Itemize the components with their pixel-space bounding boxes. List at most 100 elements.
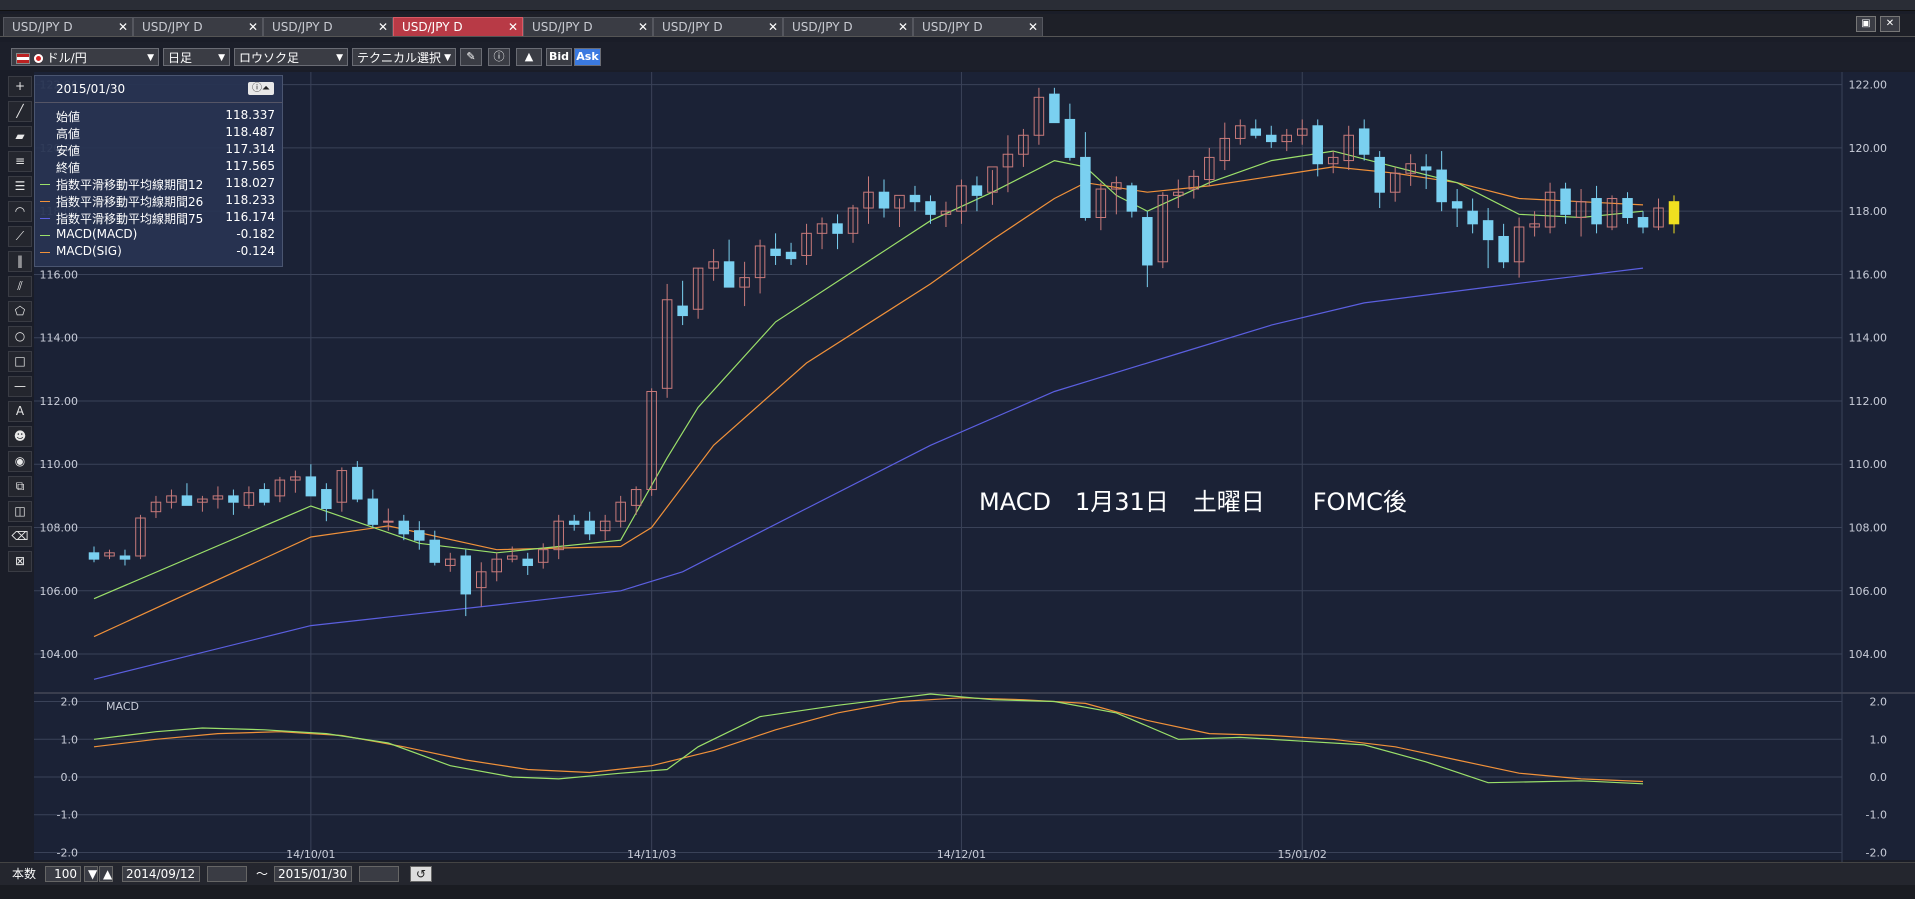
time-tick-label: 14/12/01 (937, 848, 986, 861)
tab-label: USD/JPY D (12, 20, 73, 34)
candle-body (228, 495, 239, 503)
tab-label: USD/JPY D (922, 20, 983, 34)
candle-body (1142, 217, 1153, 266)
candle-body (1668, 201, 1680, 225)
horizontal-line-icon[interactable]: — (8, 376, 32, 397)
price-tick-label: 118.00 (1849, 205, 1888, 218)
price-chart[interactable]: 122.00122.00120.00120.00118.00118.00116.… (34, 72, 1915, 862)
tab-close-icon[interactable]: ✕ (1028, 18, 1038, 36)
info-label: 始値 (56, 110, 81, 124)
pencil-icon[interactable]: ✎ (460, 48, 482, 66)
tab-close-icon[interactable]: ✕ (898, 18, 908, 36)
chart-type-label: ロウソク足 (239, 51, 300, 65)
tab-close-icon[interactable]: ✕ (768, 18, 778, 36)
currency-pair-label: ドル/円 (46, 51, 87, 65)
candle-body (305, 476, 317, 497)
tab-5[interactable]: USD/JPY D ✕ (523, 17, 653, 36)
area-chart-icon[interactable]: ▲ (516, 48, 542, 66)
rectangle-icon[interactable]: □ (8, 351, 32, 372)
tab-close-icon[interactable]: ✕ (508, 18, 518, 36)
ask-button[interactable]: Ask (574, 48, 601, 66)
info-label: 高値 (56, 127, 81, 141)
tab-label: USD/JPY D (792, 20, 853, 34)
candle-body (723, 261, 735, 288)
polygon-icon[interactable]: ⬠ (8, 301, 32, 322)
tab-3[interactable]: USD/JPY D ✕ (263, 17, 393, 36)
trendline-icon[interactable]: ╱ (8, 101, 32, 122)
tab-close-icon[interactable]: ✕ (118, 18, 128, 36)
info-row: 終値 117.565 (35, 159, 275, 176)
tab-2[interactable]: USD/JPY D ✕ (133, 17, 263, 36)
count-up-icon[interactable]: ▲ (99, 866, 113, 882)
magnet-icon[interactable]: ◉ (8, 451, 32, 472)
candle-body (1064, 118, 1076, 158)
info-label: 指数平滑移動平均線期間26 (56, 195, 204, 209)
fibonacci-icon[interactable]: ☰ (8, 176, 32, 197)
info-value: 117.565 (225, 159, 275, 173)
macd-tick-label-left: 2.0 (61, 696, 79, 709)
info-row: 始値 118.337 (35, 108, 275, 125)
vertical-lines-icon[interactable]: ‖ (8, 251, 32, 272)
info-collapse-button[interactable]: ⓘ⏶ (248, 82, 274, 95)
chart-type-select[interactable]: ロウソク足 ▼ (234, 48, 348, 66)
copy-icon[interactable]: ⧉ (8, 476, 32, 497)
candle-body (1250, 128, 1262, 136)
tab-6[interactable]: USD/JPY D ✕ (653, 17, 783, 36)
count-input[interactable]: 100 (45, 866, 81, 882)
layers-icon[interactable]: ◫ (8, 501, 32, 522)
info-row: 指数平滑移動平均線期間12 118.027 (35, 176, 275, 193)
fan-lines-icon[interactable]: ⟋ (8, 226, 32, 247)
fib-arc-icon[interactable]: ◠ (8, 201, 32, 222)
crosshair-icon[interactable]: + (8, 76, 32, 97)
tab-close-icon[interactable]: ✕ (638, 18, 648, 36)
time-tick-label: 14/10/01 (286, 848, 335, 861)
info-value: -0.182 (236, 227, 275, 241)
price-tick-label: 110.00 (1849, 458, 1888, 471)
tab-close-icon[interactable]: ✕ (378, 18, 388, 36)
start-date-input[interactable]: 2014/09/12 (122, 866, 200, 882)
start-time-input[interactable] (207, 866, 247, 882)
count-down-icon[interactable]: ▼ (84, 866, 98, 882)
reload-icon[interactable]: ↺ (410, 866, 432, 882)
info-icon[interactable]: ⓘ (488, 48, 510, 66)
range-tilde: ～ (256, 867, 269, 881)
eraser-all-icon[interactable]: ⊠ (8, 551, 32, 572)
candle-body (909, 194, 921, 203)
tab-1[interactable]: USD/JPY D ✕ (3, 17, 133, 36)
timeframe-select[interactable]: 日足 ▼ (163, 48, 230, 66)
tab-label: USD/JPY D (142, 20, 203, 34)
technical-select-button[interactable]: テクニカル選択 ▼ (352, 48, 456, 66)
info-divider (35, 102, 282, 103)
tab-8[interactable]: USD/JPY D ✕ (913, 17, 1043, 36)
currency-pair-select[interactable]: ドル/円 ▼ (11, 48, 159, 66)
series-swatch (40, 218, 50, 219)
info-value: 118.027 (225, 176, 275, 190)
info-value: 118.337 (225, 108, 275, 122)
info-value: 118.233 (225, 193, 275, 207)
text-icon[interactable]: A (8, 401, 32, 422)
ruler-icon[interactable]: ▰ (8, 126, 32, 147)
candle-body (1622, 198, 1633, 219)
end-date-input[interactable]: 2015/01/30 (274, 866, 352, 882)
info-label: MACD(SIG) (56, 244, 122, 258)
time-tick-label: 14/11/03 (627, 848, 676, 861)
info-row: 指数平滑移動平均線期間26 118.233 (35, 193, 275, 210)
end-time-input[interactable] (359, 866, 399, 882)
bid-button[interactable]: Bid (546, 48, 572, 66)
us-flag-icon (16, 53, 30, 64)
restore-window-icon[interactable]: ▣ (1856, 16, 1876, 32)
macd-tick-label: 1.0 (1870, 733, 1888, 746)
tab-close-icon[interactable]: ✕ (248, 18, 258, 36)
close-window-icon[interactable]: ✕ (1880, 16, 1900, 32)
circle-icon[interactable]: ○ (8, 326, 32, 347)
candle-body (1080, 156, 1091, 219)
candle-body (878, 191, 890, 209)
horizontal-lines-icon[interactable]: ≡ (8, 151, 32, 172)
tab-4[interactable]: USD/JPY D ✕ (393, 17, 523, 36)
price-tick-label-left: 106.00 (40, 585, 79, 598)
eraser-icon[interactable]: ⌫ (8, 526, 32, 547)
channel-icon[interactable]: ⫽ (8, 276, 32, 297)
tab-7[interactable]: USD/JPY D ✕ (783, 17, 913, 36)
emoji-icon[interactable]: ☻ (8, 426, 32, 447)
macd-tick-label-left: 0.0 (61, 771, 79, 784)
